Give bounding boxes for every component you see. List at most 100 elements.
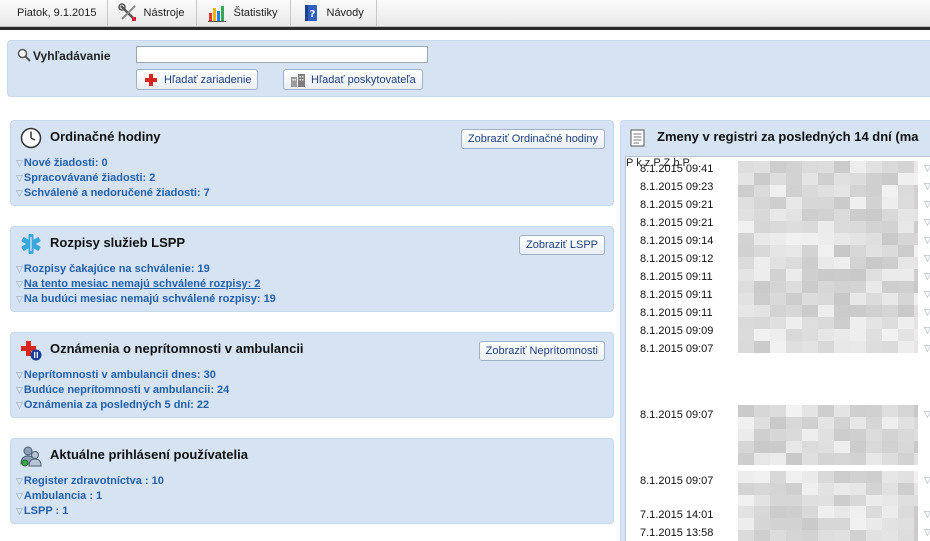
toolbar-statistics-button[interactable]: Štatistiky	[197, 0, 291, 27]
triangle-down-icon: ▽	[924, 307, 930, 318]
redaction-block	[818, 281, 834, 293]
redaction-block	[850, 161, 866, 173]
toolbar-tools-button[interactable]: Nástroje	[108, 0, 198, 27]
list-item[interactable]: ▽Rozpisy čakajúce na schválenie: 19	[16, 262, 276, 277]
redaction-block	[786, 453, 802, 465]
redaction-block	[818, 341, 834, 353]
show-absences-button[interactable]: Zobraziť Neprítomnosti	[478, 341, 605, 361]
redaction-block	[754, 518, 770, 530]
redaction-block	[738, 269, 754, 281]
redaction-block	[738, 530, 754, 541]
list-item[interactable]: ▽Oznámenia za posledných 5 dní: 22	[16, 398, 229, 413]
redaction-block	[834, 483, 850, 495]
list-item[interactable]: ▽Na budúci mesiac nemajú schválené rozpi…	[16, 292, 276, 307]
redaction-block	[770, 518, 786, 530]
redaction-block	[738, 453, 754, 465]
redaction-block	[786, 257, 802, 269]
redaction-block	[738, 417, 754, 429]
redaction-block	[802, 317, 818, 329]
redaction-block	[882, 257, 898, 269]
redaction-block	[866, 453, 882, 465]
redaction-block	[898, 518, 914, 530]
redaction-block	[850, 209, 866, 221]
triangle-down-icon: ▽	[16, 400, 23, 410]
list-item[interactable]: ▽Neprítomnosti v ambulancii dnes: 30	[16, 368, 229, 383]
find-facility-button[interactable]: Hľadať zariadenie	[136, 69, 259, 90]
redaction-block	[882, 329, 898, 341]
registry-changes-panel: Zmeny v registri za posledných 14 dní (m…	[620, 120, 930, 541]
redaction-block	[850, 221, 866, 233]
list-item[interactable]: ▽Register zdravotníctva : 10	[16, 474, 164, 489]
redaction-block	[850, 405, 866, 417]
redaction-block	[770, 483, 786, 495]
redaction-block	[898, 329, 914, 341]
toolbar-guides-button[interactable]: ? Návody	[291, 0, 377, 27]
redaction-block	[850, 281, 866, 293]
find-provider-button[interactable]: Hľadať poskytovateľa	[283, 69, 423, 90]
redaction-block	[834, 233, 850, 245]
redaction-block	[882, 495, 898, 507]
redaction-block	[834, 197, 850, 209]
redaction-block	[754, 483, 770, 495]
redaction-block	[914, 245, 918, 257]
list-item[interactable]: ▽Schválené a nedoručené žiadosti: 7	[16, 186, 210, 201]
redaction-block	[770, 341, 786, 353]
redaction-block	[802, 429, 818, 441]
redaction-block	[738, 209, 754, 221]
redaction-block	[754, 293, 770, 305]
redaction-block	[834, 506, 850, 518]
redaction-block	[786, 293, 802, 305]
redaction-block	[882, 506, 898, 518]
entry-link-fragment[interactable]: P	[626, 157, 633, 169]
redaction-block	[882, 233, 898, 245]
triangle-down-icon: ▽	[924, 217, 930, 228]
triangle-down-icon: ▽	[924, 253, 930, 264]
redaction-block	[834, 305, 850, 317]
redaction-block	[802, 453, 818, 465]
redaction-block	[898, 453, 914, 465]
redaction-block	[882, 317, 898, 329]
list-item[interactable]: ▽Budúce neprítomnosti v ambulancii: 24	[16, 383, 229, 398]
list-item[interactable]: ▽Nové žiadosti: 0	[16, 156, 210, 171]
redaction-block	[786, 417, 802, 429]
redaction-block	[866, 257, 882, 269]
triangle-down-icon: ▽	[924, 409, 930, 420]
redaction-block	[754, 281, 770, 293]
redaction-block	[818, 161, 834, 173]
redaction-block	[818, 317, 834, 329]
redaction-block	[738, 518, 754, 530]
list-item[interactable]: ▽Ambulancia : 1	[16, 489, 164, 504]
list-item[interactable]: ▽LSPP : 1	[16, 504, 164, 519]
red-cross-icon	[143, 73, 159, 87]
redaction-block	[770, 329, 786, 341]
absence-list: ▽Neprítomnosti v ambulancii dnes: 30 ▽Bu…	[16, 368, 229, 413]
show-lspp-button[interactable]: Zobraziť LSPP	[519, 235, 605, 255]
redaction-block	[882, 221, 898, 233]
redaction-block	[850, 173, 866, 185]
triangle-down-icon: ▽	[16, 476, 23, 486]
redaction-block	[738, 441, 754, 453]
redaction-block	[786, 495, 802, 507]
toolbar-guides-label: Návody	[326, 7, 364, 19]
redaction-block	[866, 269, 882, 281]
redaction-block	[914, 530, 918, 541]
list-item[interactable]: ▽Na tento mesiac nemajú schválené rozpis…	[16, 277, 276, 292]
redaction-block	[914, 233, 918, 245]
redaction-block	[770, 530, 786, 541]
timestamp: 8.1.2015 09:07	[640, 409, 714, 421]
redaction-block	[914, 417, 918, 429]
redaction-block	[770, 293, 786, 305]
list-item[interactable]: ▽Spracovávané žiadosti: 2	[16, 171, 210, 186]
redaction-block	[882, 173, 898, 185]
redaction-block	[738, 281, 754, 293]
search-input[interactable]	[136, 46, 428, 63]
redaction-block	[866, 305, 882, 317]
show-office-hours-button[interactable]: Zobraziť Ordinačné hodiny	[460, 129, 605, 149]
redaction-block	[882, 530, 898, 541]
redaction-block	[786, 245, 802, 257]
redaction-block	[882, 483, 898, 495]
redaction-block	[738, 405, 754, 417]
redaction-block	[850, 257, 866, 269]
redaction-block	[754, 317, 770, 329]
redaction-block	[754, 495, 770, 507]
